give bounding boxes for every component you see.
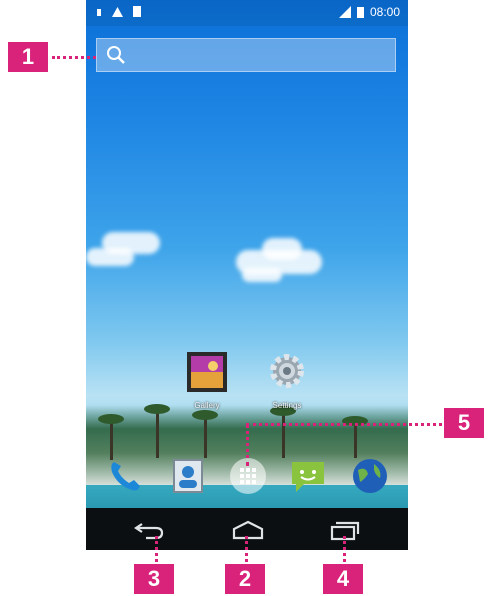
- gallery-app[interactable]: Gallery: [172, 352, 242, 410]
- battery-icon: [356, 7, 364, 18]
- sd-card-icon: [133, 6, 141, 17]
- settings-label: Settings: [272, 401, 302, 410]
- google-search-bar[interactable]: [96, 38, 396, 72]
- gallery-label: Gallery: [194, 401, 220, 410]
- callout-5-leader-vertical: [246, 424, 249, 466]
- warning-icon: [112, 6, 123, 17]
- callout-2: 2: [225, 564, 265, 594]
- phone-icon[interactable]: [104, 456, 144, 496]
- palm-frond: [144, 404, 170, 414]
- signal-icon: [338, 6, 351, 18]
- callout-2-leader: [245, 536, 248, 562]
- usb-icon: [97, 8, 101, 16]
- browser-globe-icon[interactable]: [350, 456, 390, 496]
- search-icon: [107, 46, 125, 64]
- gallery-icon: [187, 352, 227, 392]
- callout-5: 5: [444, 408, 484, 438]
- palm-frond: [192, 410, 218, 420]
- callout-5-leader: [246, 423, 442, 426]
- contacts-icon[interactable]: [168, 456, 208, 496]
- back-icon[interactable]: [132, 518, 168, 542]
- callout-3-leader: [155, 536, 158, 562]
- home-icon[interactable]: [230, 518, 266, 542]
- callout-1: 1: [8, 42, 48, 72]
- phone-screen: 08:00 Gallery Settings: [86, 0, 408, 550]
- cloud: [262, 238, 302, 260]
- status-bar: 08:00: [86, 0, 408, 26]
- callout-1-leader: [52, 56, 96, 59]
- settings-gear-icon: [270, 354, 304, 388]
- messaging-icon[interactable]: [288, 456, 328, 496]
- callout-4: 4: [323, 564, 363, 594]
- palm-frond: [98, 414, 124, 424]
- status-time: 08:00: [369, 5, 400, 19]
- callout-3: 3: [134, 564, 174, 594]
- settings-app[interactable]: Settings: [252, 350, 322, 410]
- callout-4-leader: [343, 536, 346, 562]
- cloud: [242, 268, 282, 282]
- cloud: [86, 248, 134, 266]
